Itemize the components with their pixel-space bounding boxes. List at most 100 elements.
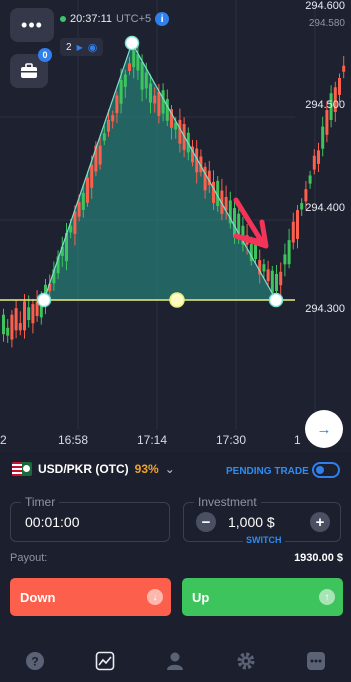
candle-body — [98, 145, 102, 165]
pattern-node — [124, 35, 140, 51]
arrow-right-icon: → — [316, 420, 332, 438]
scroll-to-latest-button[interactable]: → — [305, 410, 343, 448]
candle-body — [136, 54, 140, 71]
candle-body — [123, 74, 127, 87]
up-button[interactable]: Up ↑ — [182, 578, 343, 616]
candle-body — [279, 271, 283, 286]
clock-time: 20:37:11 — [70, 13, 113, 25]
portfolio-button[interactable]: 0 — [10, 48, 52, 88]
candle-body — [317, 150, 320, 164]
menu-button[interactable]: ••• — [10, 8, 54, 42]
candle-body — [270, 270, 274, 293]
time-label-5: 1 — [294, 433, 301, 447]
info-icon[interactable]: i — [155, 12, 170, 26]
candle-body — [262, 264, 266, 272]
pending-trade-label: PENDING TRADE — [226, 466, 309, 477]
candle-body — [27, 307, 31, 321]
candle-body — [342, 65, 346, 72]
chart-tab-button[interactable] — [94, 650, 116, 672]
asset-selector[interactable]: USD/PKR (OTC) 93% ⌄ — [12, 462, 175, 476]
candle-body — [77, 202, 81, 217]
increase-investment-button[interactable]: + — [310, 512, 330, 532]
chart-area[interactable]: 294.600 294.580 294.500 294.400 294.300 … — [0, 0, 351, 452]
candle-body — [291, 221, 295, 243]
candle-body — [10, 314, 14, 340]
more-button[interactable] — [305, 650, 327, 672]
price-label-2: 294.580 — [308, 18, 345, 29]
investment-value[interactable]: 1,000 $ — [228, 514, 275, 530]
payout-value: 1930.00 $ — [294, 552, 343, 564]
candle-body — [275, 273, 278, 291]
candle-body — [18, 323, 22, 331]
drawings-indicator[interactable]: 2 ▶ ◉ — [60, 38, 104, 56]
candle-body — [203, 166, 207, 191]
candle-body — [31, 304, 35, 324]
time-label-3: 17:14 — [137, 433, 168, 447]
candle-body — [165, 98, 169, 121]
candle-body — [338, 77, 341, 95]
candlestick-chart[interactable] — [0, 0, 351, 452]
candle-body — [212, 181, 215, 203]
candle-body — [300, 203, 304, 210]
currency-flag-icon — [12, 462, 32, 476]
more-dots-icon — [306, 652, 325, 670]
candle-body — [283, 254, 287, 265]
asset-payout-percent: 93% — [134, 462, 159, 476]
eye-icon[interactable]: ◉ — [88, 41, 98, 54]
timer-label: Timer — [21, 495, 60, 509]
price-label-4: 294.400 — [305, 202, 345, 214]
profile-button[interactable] — [164, 650, 186, 672]
play-icon: ▶ — [76, 42, 83, 52]
candle-body — [86, 177, 89, 203]
candle-body — [149, 83, 152, 103]
candle-body — [107, 119, 110, 132]
pattern-node — [268, 292, 284, 308]
pattern-node — [36, 292, 52, 308]
drawings-count: 2 — [66, 41, 72, 53]
payout-label: Payout: — [10, 552, 48, 564]
price-label-3: 294.500 — [305, 99, 345, 111]
time-label-1: 2 — [0, 433, 7, 447]
candle-body — [111, 115, 115, 122]
chevron-down-icon: ⌄ — [164, 462, 175, 476]
time-label-4: 17:30 — [216, 433, 247, 447]
candle-body — [304, 189, 308, 202]
live-dot — [60, 16, 66, 22]
settings-button[interactable] — [235, 650, 257, 672]
candle-body — [153, 95, 157, 104]
candle-body — [115, 95, 119, 113]
candle-body — [132, 50, 136, 68]
decrease-investment-button[interactable]: − — [196, 512, 216, 532]
help-button[interactable]: ? — [24, 650, 46, 672]
candle-body — [308, 175, 312, 184]
down-label: Down — [20, 589, 56, 605]
price-label-1: 294.600 — [305, 0, 345, 12]
pattern-area — [44, 43, 276, 300]
candle-body — [128, 63, 131, 71]
clock-timezone: UTC+5 — [116, 13, 152, 25]
candle-body — [102, 133, 106, 141]
pending-trade-toggle[interactable] — [312, 462, 340, 478]
user-icon — [167, 652, 184, 670]
candle-body — [90, 164, 94, 188]
red-arrow-annotation — [233, 197, 269, 249]
candle-body — [6, 327, 10, 336]
up-label: Up — [192, 589, 210, 605]
timer-field[interactable]: Timer 00:01:00 — [10, 495, 170, 542]
candle-body — [266, 269, 270, 282]
switch-button[interactable]: SWITCH — [243, 535, 285, 545]
briefcase-icon — [21, 63, 37, 78]
price-label-5: 294.300 — [305, 303, 345, 315]
server-clock: 20:37:11 UTC+5 i — [60, 12, 170, 26]
candle-body — [2, 314, 5, 335]
candle-body — [23, 301, 26, 331]
candle-body — [296, 210, 299, 239]
candle-body — [119, 80, 123, 104]
down-button[interactable]: Down ↓ — [10, 578, 171, 616]
investment-label: Investment — [194, 495, 261, 509]
svg-text:?: ? — [31, 655, 38, 669]
candle-body — [325, 110, 329, 135]
candle-body — [14, 308, 18, 331]
payout-row: Payout: 1930.00 $ — [10, 552, 343, 564]
candle-body — [233, 208, 236, 238]
